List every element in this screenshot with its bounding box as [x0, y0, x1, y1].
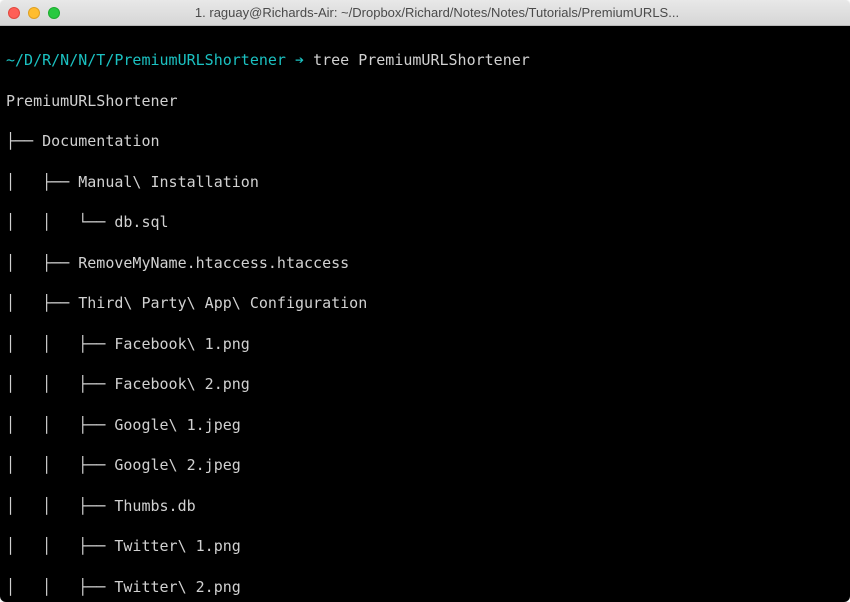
close-icon[interactable]: [8, 7, 20, 19]
terminal-body[interactable]: ~/D/R/N/N/T/PremiumURLShortener ➔ tree P…: [0, 26, 850, 602]
tree-line: │ │ ├── Twitter\ 1.png: [6, 536, 844, 556]
prompt-path: ~/D/R/N/N/T/PremiumURLShortener: [6, 51, 286, 69]
tree-line: │ │ ├── Facebook\ 2.png: [6, 374, 844, 394]
traffic-lights: [8, 7, 60, 19]
titlebar: 1. raguay@Richards-Air: ~/Dropbox/Richar…: [0, 0, 850, 26]
tree-line: │ │ ├── Twitter\ 2.png: [6, 577, 844, 597]
command-text: tree PremiumURLShortener: [313, 51, 530, 69]
window-title: 1. raguay@Richards-Air: ~/Dropbox/Richar…: [72, 5, 802, 20]
watermark-text: wsxdn.com: [789, 574, 844, 586]
tree-line: │ │ └── db.sql: [6, 212, 844, 232]
tree-line: │ │ ├── Google\ 2.jpeg: [6, 455, 844, 475]
tree-line: │ │ ├── Thumbs.db: [6, 496, 844, 516]
tree-line: │ │ ├── Facebook\ 1.png: [6, 334, 844, 354]
terminal-window: 1. raguay@Richards-Air: ~/Dropbox/Richar…: [0, 0, 850, 602]
tree-line: │ ├── Third\ Party\ App\ Configuration: [6, 293, 844, 313]
tree-line: ├── Documentation: [6, 131, 844, 151]
tree-line: │ ├── RemoveMyName.htaccess.htaccess: [6, 253, 844, 273]
maximize-icon[interactable]: [48, 7, 60, 19]
tree-line: │ ├── Manual\ Installation: [6, 172, 844, 192]
tree-line: │ │ ├── Google\ 1.jpeg: [6, 415, 844, 435]
prompt-arrow-icon: ➔: [295, 51, 304, 69]
minimize-icon[interactable]: [28, 7, 40, 19]
tree-line: PremiumURLShortener: [6, 91, 844, 111]
